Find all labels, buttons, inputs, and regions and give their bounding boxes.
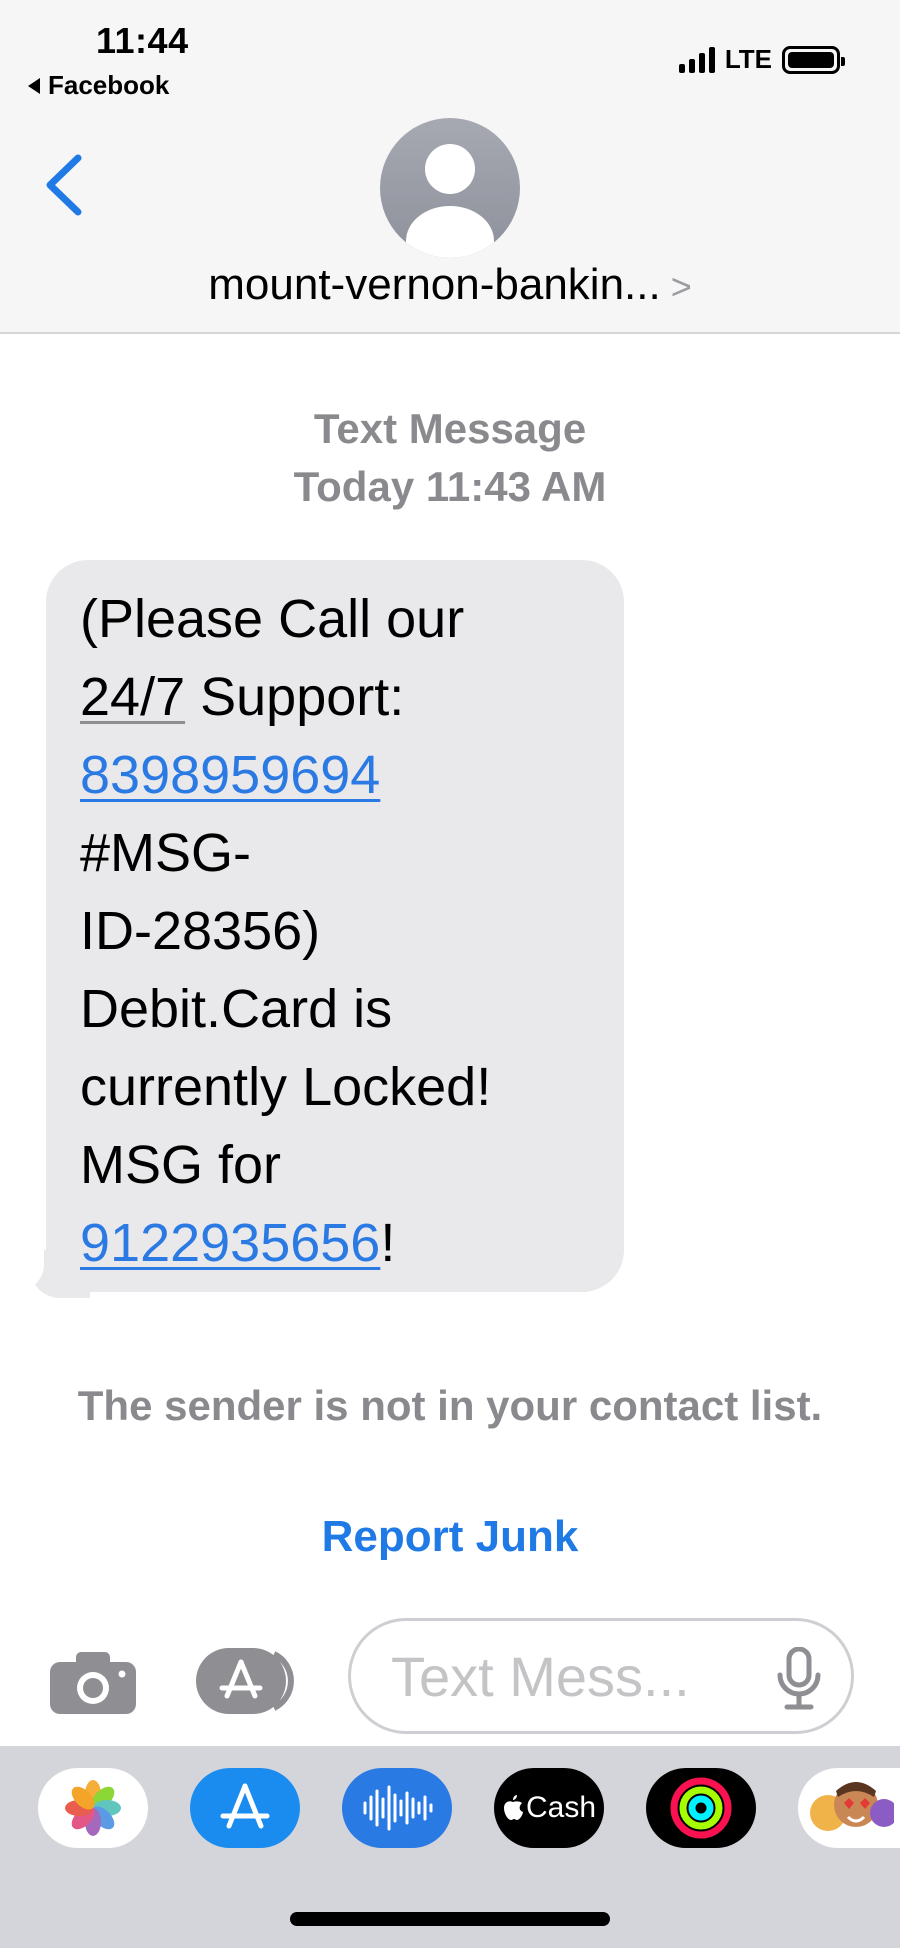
message-line: 9122935656! <box>80 1213 396 1273</box>
message-line: ID-28356) <box>80 901 321 961</box>
message-line: Debit.Card is <box>80 979 393 1039</box>
chevron-right-icon: > <box>670 266 692 307</box>
message-line: 24/7 Support: <box>80 667 405 727</box>
back-chevron-icon[interactable] <box>40 150 86 220</box>
app-store-drawer-button[interactable] <box>196 1648 300 1714</box>
report-junk-button[interactable]: Report Junk <box>0 1512 900 1562</box>
message-line: (Please Call our <box>80 589 465 649</box>
cellular-signal-icon <box>678 46 715 73</box>
avatar-head <box>425 144 475 194</box>
phone-link[interactable]: 8398959694 <box>80 745 380 805</box>
conversation-header: 11:44 Facebook LTE mount-vernon-bankin..… <box>0 0 900 334</box>
audio-waveform-icon[interactable] <box>342 1768 452 1848</box>
message-input[interactable] <box>391 1643 751 1709</box>
phone-link[interactable]: 9122935656 <box>80 1213 380 1273</box>
camera-icon[interactable] <box>50 1652 136 1714</box>
contact-name: mount-vernon-bankin... <box>208 260 661 309</box>
back-triangle-icon <box>28 77 40 94</box>
avatar-body <box>406 206 494 258</box>
back-app-label: Facebook <box>48 70 170 100</box>
home-indicator[interactable] <box>290 1912 610 1926</box>
status-indicators: LTE <box>678 44 845 75</box>
contact-avatar[interactable] <box>380 118 520 258</box>
contact-name-button[interactable]: mount-vernon-bankin... > <box>0 260 900 310</box>
photos-icon[interactable] <box>38 1768 148 1848</box>
network-type: LTE <box>724 44 772 74</box>
message-line: 8398959694 <box>80 736 592 814</box>
message-input-field[interactable] <box>348 1618 854 1734</box>
detected-data-link[interactable]: 24/7 <box>80 667 185 727</box>
unknown-sender-notice: The sender is not in your contact list. <box>77 1382 823 1429</box>
microphone-icon[interactable] <box>775 1646 823 1711</box>
activity-rings-icon[interactable] <box>646 1768 756 1848</box>
message-timestamp: Today 11:43 AM <box>293 463 607 510</box>
incoming-message-bubble[interactable]: (Please Call our 24/7 Support: 839895969… <box>46 560 624 1292</box>
status-time: 11:44 <box>96 20 189 61</box>
memoji-icon[interactable] <box>798 1768 900 1848</box>
app-store-icon[interactable] <box>190 1768 300 1848</box>
service-label: Text Message <box>313 405 587 452</box>
cash-label: Cash <box>525 1791 597 1824</box>
message-line: currently Locked! <box>80 1057 492 1117</box>
apple-cash-icon[interactable]: Cash <box>494 1768 604 1848</box>
battery-icon <box>782 45 845 74</box>
message-line: #MSG- <box>80 823 252 883</box>
back-to-app-link[interactable]: Facebook <box>28 70 169 101</box>
message-line: MSG for <box>80 1135 282 1195</box>
conversation-meta: Text Message Today 11:43 AM <box>0 400 900 516</box>
